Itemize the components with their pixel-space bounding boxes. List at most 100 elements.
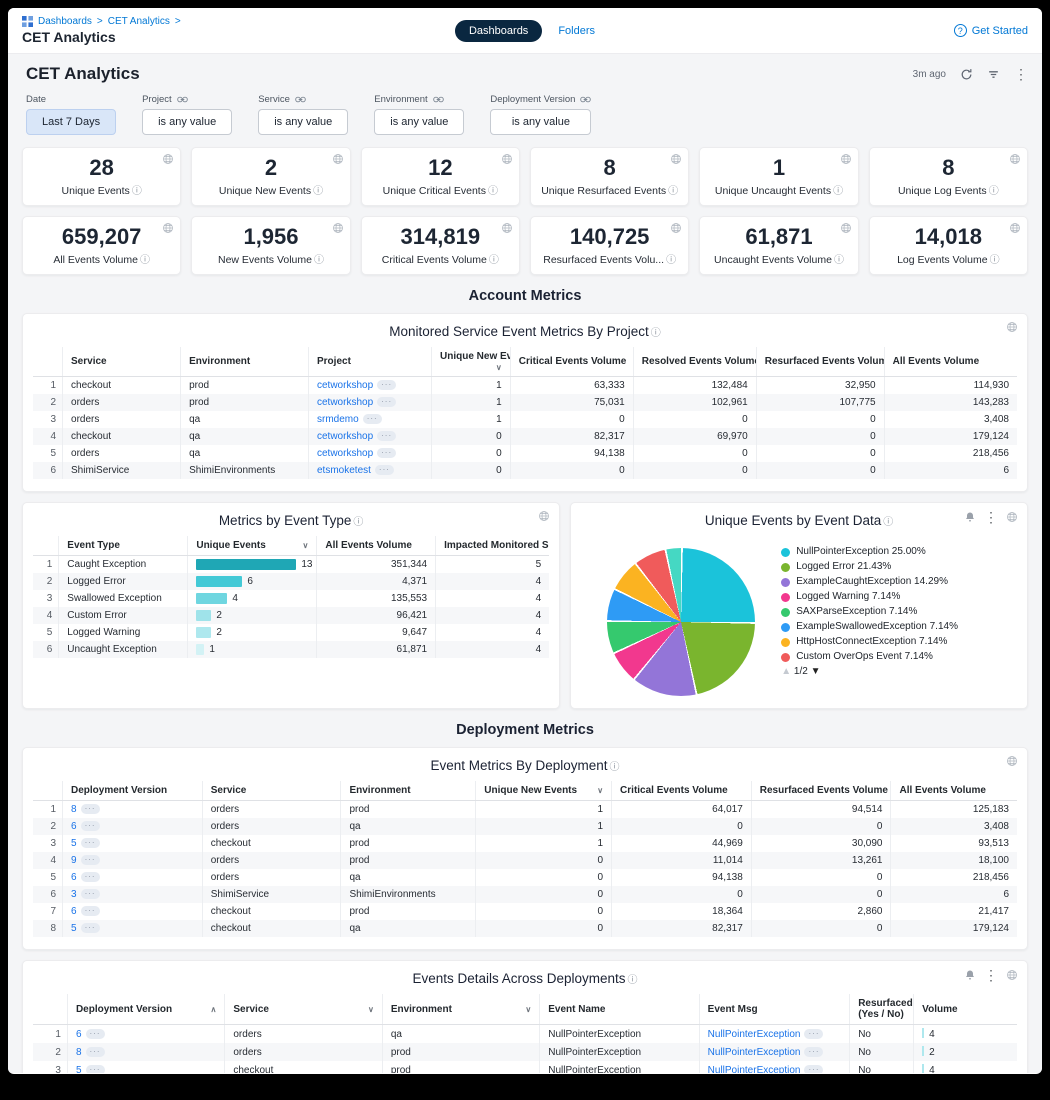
column-header[interactable]: All Events Volume	[884, 347, 1017, 377]
kebab-menu-icon[interactable]: ⋮	[984, 968, 998, 982]
legend-item[interactable]: ExampleSwallowedException 7.14%	[781, 621, 1015, 634]
filter-icon[interactable]	[987, 68, 1000, 81]
globe-icon[interactable]	[840, 222, 852, 234]
column-header[interactable]: Unique New Events∨	[476, 781, 612, 801]
cell-link[interactable]: cetworkshop	[317, 380, 373, 391]
deployment-version-cell[interactable]: 6 ···	[63, 903, 203, 920]
table-row[interactable]: 4checkoutqacetworkshop···082,31769,97001…	[33, 428, 1017, 445]
globe-icon[interactable]	[162, 153, 174, 165]
project-link-cell[interactable]: cetworkshop ···	[309, 428, 432, 445]
cell-link[interactable]: NullPointerException	[708, 1047, 801, 1058]
table-row[interactable]: 4Custom Error296,4214	[33, 607, 549, 624]
cell-link[interactable]: cetworkshop	[317, 397, 373, 408]
deployment-version-cell[interactable]: 6 ···	[63, 818, 203, 835]
globe-icon[interactable]	[332, 153, 344, 165]
globe-icon[interactable]	[1006, 321, 1018, 333]
breadcrumb-item-cet-analytics[interactable]: CET Analytics	[108, 16, 170, 27]
legend-item[interactable]: Custom OverOps Event 7.14%	[781, 651, 1015, 664]
info-icon[interactable]: ⓘ	[989, 186, 999, 197]
table-row[interactable]: 2ordersprodcetworkshop···175,031102,9611…	[33, 394, 1017, 411]
column-header[interactable]: Environment∨	[382, 994, 539, 1025]
pager-up-icon[interactable]: ▲	[781, 666, 791, 677]
legend-item[interactable]: Logged Warning 7.14%	[781, 591, 1015, 604]
refresh-icon[interactable]	[960, 68, 973, 81]
deployment-version-cell[interactable]: 5···	[67, 1061, 224, 1073]
globe-icon[interactable]	[1009, 222, 1021, 234]
legend-pager[interactable]: ▲ 1/2 ▼	[781, 666, 1015, 677]
table-row[interactable]: 5ordersqacetworkshop···094,13800218,456	[33, 445, 1017, 462]
cell-link[interactable]: NullPointerException	[708, 1065, 801, 1074]
more-pill[interactable]: ···	[377, 431, 396, 441]
table-row[interactable]: 28···ordersprodNullPointerExceptionNullP…	[33, 1043, 1017, 1061]
tab-dashboards[interactable]: Dashboards	[455, 20, 542, 42]
filter-value-button[interactable]: Last 7 Days	[26, 109, 116, 135]
column-header[interactable]: Resurfaced Events Volume	[751, 781, 891, 801]
table-row[interactable]: 85···checkoutqa082,3170179,124	[33, 920, 1017, 937]
table-row[interactable]: 1checkoutprodcetworkshop···163,333132,48…	[33, 377, 1017, 395]
more-pill[interactable]: ···	[81, 821, 100, 831]
column-header[interactable]: Environment	[341, 781, 476, 801]
info-icon[interactable]: ⓘ	[489, 255, 499, 266]
get-started-link[interactable]: ? Get Started	[954, 24, 1028, 37]
filter-value-button[interactable]: is any value	[142, 109, 232, 135]
cell-link[interactable]: 6	[71, 906, 77, 917]
cell-link[interactable]: 5	[71, 838, 77, 849]
column-header[interactable]: Event Msg	[699, 994, 850, 1025]
table-row[interactable]: 18···ordersprod164,01794,514125,183	[33, 801, 1017, 819]
deployment-version-cell[interactable]: 8 ···	[67, 1043, 224, 1061]
event-msg-link-cell[interactable]: NullPointerException···	[699, 1043, 850, 1061]
cell-link[interactable]: etsmoketest	[317, 465, 371, 476]
event-msg-link-cell[interactable]: NullPointerException···	[699, 1061, 850, 1073]
event-msg-link-cell[interactable]: NullPointerException···	[699, 1025, 850, 1044]
deployment-version-cell[interactable]: 6···	[67, 1025, 224, 1044]
info-icon[interactable]: ⓘ	[666, 255, 676, 266]
more-pill[interactable]: ···	[804, 1047, 823, 1057]
table-row[interactable]: 56···ordersqa094,1380218,456	[33, 869, 1017, 886]
column-header[interactable]: Resurfaced(Yes / No)	[850, 994, 914, 1025]
legend-item[interactable]: SAXParseException 7.14%	[781, 606, 1015, 619]
table-row[interactable]: 35···checkoutprod144,96930,09093,513	[33, 835, 1017, 852]
kebab-menu-icon[interactable]: ⋮	[984, 510, 998, 524]
table-row[interactable]: 49···ordersprod011,01413,26118,100	[33, 852, 1017, 869]
column-header[interactable]: Resolved Events Volume	[633, 347, 756, 377]
deployment-version-cell[interactable]: 8···	[63, 801, 203, 819]
column-header[interactable]: Service	[202, 781, 341, 801]
more-pill[interactable]: ···	[804, 1065, 823, 1074]
cell-link[interactable]: 5	[76, 1065, 82, 1074]
filter-value-button[interactable]: is any value	[490, 109, 591, 135]
more-pill[interactable]: ···	[377, 380, 396, 390]
more-pill[interactable]: ···	[81, 804, 100, 814]
column-header[interactable]: Deployment Version	[63, 781, 203, 801]
globe-icon[interactable]	[538, 510, 550, 522]
globe-icon[interactable]	[501, 153, 513, 165]
cell-link[interactable]: 8	[76, 1047, 82, 1058]
cell-link[interactable]: 5	[71, 923, 77, 934]
column-header[interactable]: Environment	[181, 347, 309, 377]
column-header[interactable]: Event Name	[540, 994, 699, 1025]
deployment-version-cell[interactable]: 9···	[63, 852, 203, 869]
info-icon[interactable]: ⓘ	[314, 255, 324, 266]
more-pill[interactable]: ···	[86, 1047, 105, 1057]
legend-item[interactable]: ExampleCaughtException 14.29%	[781, 576, 1015, 589]
column-header[interactable]: Volume	[914, 994, 1017, 1025]
table-row[interactable]: 3Swallowed Exception4135,5534	[33, 590, 549, 607]
cell-link[interactable]: 6	[71, 821, 77, 832]
column-header[interactable]: Unique New Ever∨	[432, 347, 511, 377]
filter-value-button[interactable]: is any value	[258, 109, 348, 135]
bell-icon[interactable]	[964, 969, 976, 981]
more-pill[interactable]: ···	[81, 906, 100, 916]
more-pill[interactable]: ···	[81, 889, 100, 899]
info-icon[interactable]: ⓘ	[140, 255, 150, 266]
globe-icon[interactable]	[162, 222, 174, 234]
more-pill[interactable]: ···	[81, 855, 100, 865]
info-icon[interactable]: ⓘ	[668, 186, 678, 197]
more-pill[interactable]: ···	[377, 397, 396, 407]
column-header[interactable]: Unique Events∨	[188, 536, 317, 556]
more-pill[interactable]: ···	[804, 1029, 823, 1039]
info-icon[interactable]: ⓘ	[834, 255, 844, 266]
cell-link[interactable]: cetworkshop	[317, 431, 373, 442]
globe-icon[interactable]	[1006, 511, 1018, 523]
kebab-menu-icon[interactable]: ⋮	[1014, 67, 1028, 81]
filter-value-button[interactable]: is any value	[374, 109, 464, 135]
project-link-cell[interactable]: cetworkshop ···	[309, 377, 432, 395]
